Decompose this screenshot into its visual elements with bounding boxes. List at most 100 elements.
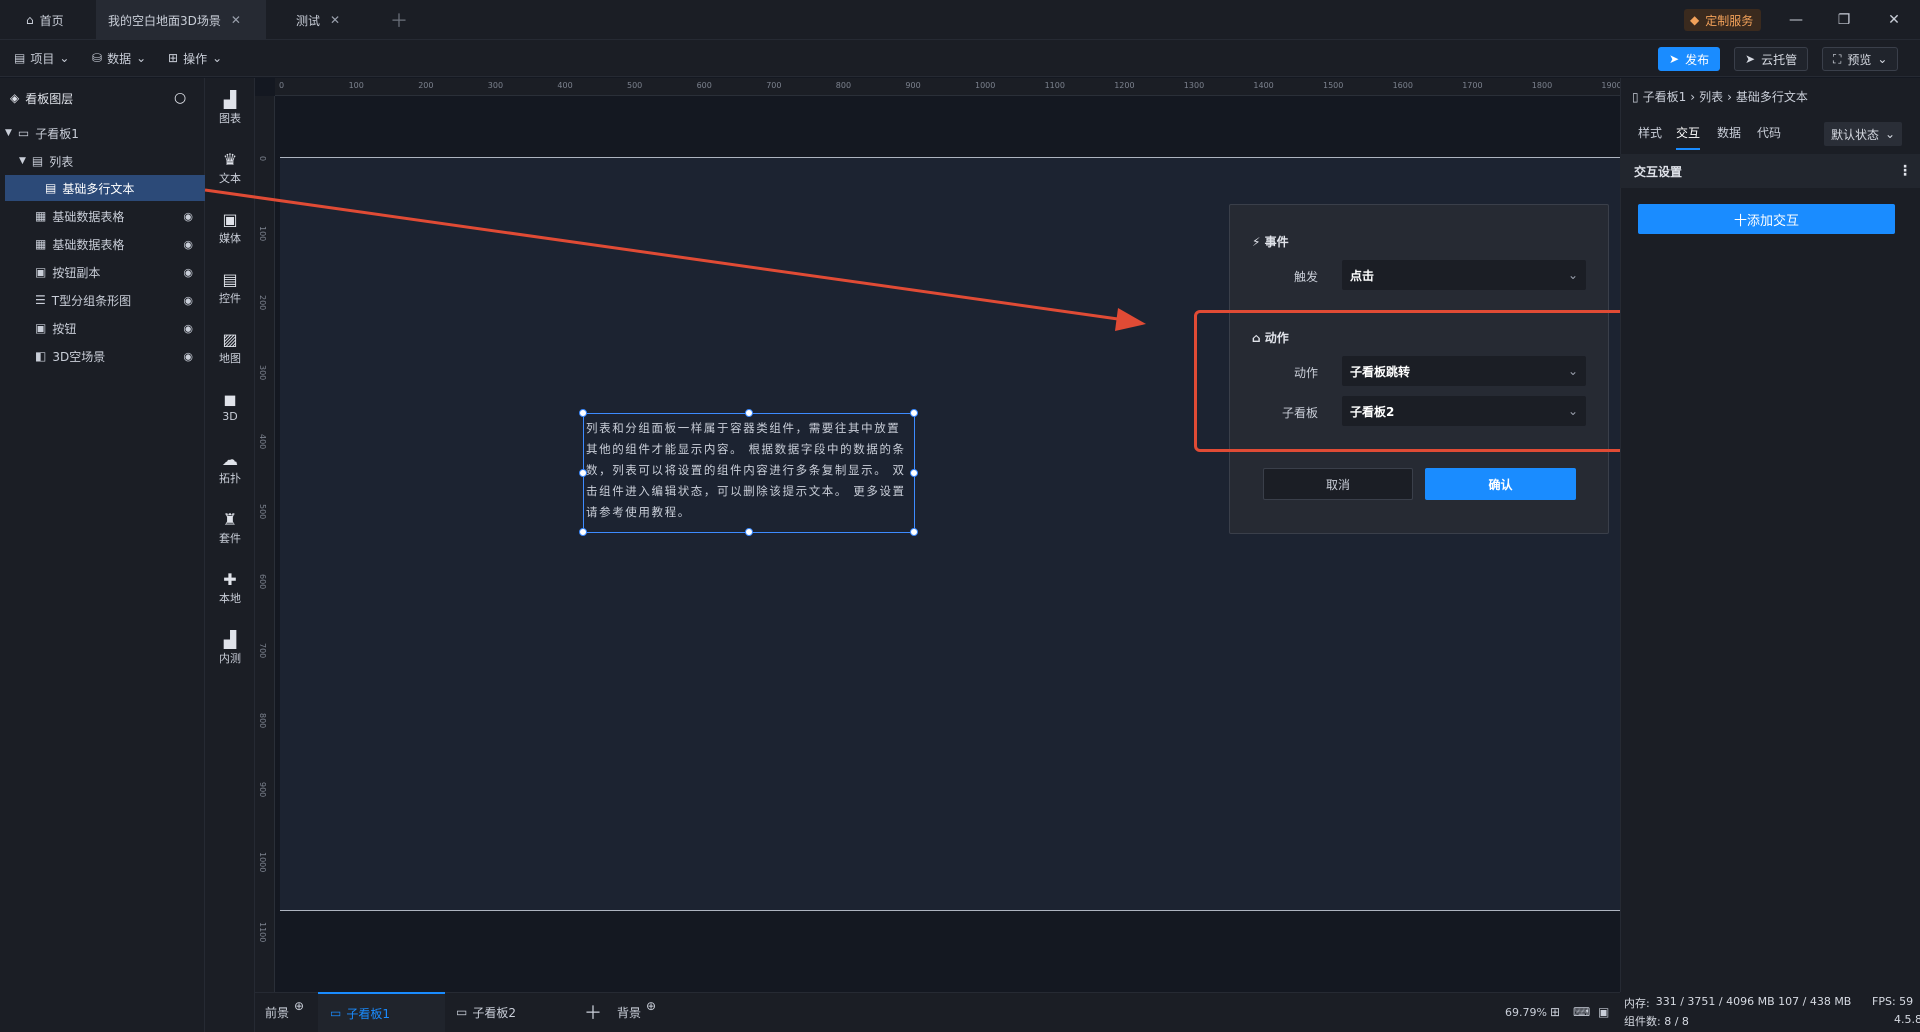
- cancel-button[interactable]: 取消: [1263, 468, 1413, 500]
- menu-data[interactable]: ⛁ 数据 ⌄: [92, 48, 146, 68]
- ruler-tick-label: 600: [696, 81, 712, 90]
- layer-item[interactable]: ▣ 按钮 ◉: [5, 315, 205, 341]
- rail-beta[interactable]: ▟ 内测: [205, 630, 255, 666]
- chevron-right-icon: ›: [1727, 89, 1732, 104]
- eye-icon[interactable]: ◉: [183, 322, 193, 335]
- close-icon[interactable]: ✕: [330, 13, 340, 27]
- resize-handle[interactable]: [579, 469, 587, 477]
- eye-icon[interactable]: ◉: [183, 238, 193, 251]
- add-interaction-button[interactable]: 十添加交互: [1638, 204, 1895, 234]
- new-tab-button[interactable]: ＋: [378, 0, 420, 40]
- layer-item[interactable]: ☰ T型分组条形图 ◉: [5, 287, 205, 313]
- cloud-label: 云托管: [1761, 52, 1798, 67]
- tab-home[interactable]: ⌂ 首页: [14, 0, 94, 40]
- multiline-text-component[interactable]: 列表和分组面板一样属于容器类组件，需要往其中放置其他的组件才能显示内容。 根据数…: [579, 409, 918, 536]
- screen-icon[interactable]: ▣: [1598, 992, 1609, 1032]
- toolbar: [0, 40, 1920, 77]
- tab-interaction[interactable]: 交互: [1676, 124, 1701, 150]
- tab-scene[interactable]: 我的空白地面3D场景 ✕: [96, 0, 266, 40]
- tab-test[interactable]: 测试 ✕: [284, 0, 374, 40]
- ruler-tick-label: 500: [258, 504, 267, 520]
- minimize-icon[interactable]: —: [1786, 10, 1806, 30]
- ruler-tick-label: 1000: [258, 852, 267, 873]
- ruler-tick-label: 1100: [258, 921, 267, 942]
- resize-handle[interactable]: [910, 469, 918, 477]
- ruler-tick-label: 600: [258, 573, 267, 589]
- interaction-settings-header: 交互设置 ⋮: [1620, 154, 1920, 188]
- tab-subboard2[interactable]: ▭ 子看板2: [456, 992, 516, 1032]
- layer-label: 列表: [49, 154, 74, 169]
- breadcrumb-item[interactable]: 列表: [1699, 88, 1723, 105]
- breadcrumb-item[interactable]: 子看板1: [1643, 88, 1687, 105]
- menu-label: 数据: [107, 51, 132, 66]
- cloud-hosting-button[interactable]: ➤ 云托管: [1734, 47, 1809, 71]
- ruler-tick-label: 700: [766, 81, 782, 90]
- layer-item[interactable]: ◧ 3D空场景 ◉: [5, 343, 205, 369]
- ruler-tick-label: 1200: [1114, 81, 1135, 90]
- resize-handle[interactable]: [579, 528, 587, 536]
- caret-down-icon[interactable]: ▼: [19, 156, 26, 166]
- resize-handle[interactable]: [910, 409, 918, 417]
- preview-button[interactable]: ⛶ 预览 ⌄: [1822, 47, 1899, 71]
- section-label: 事件: [1264, 235, 1289, 249]
- resize-handle[interactable]: [579, 409, 587, 417]
- eye-icon[interactable]: ◉: [183, 350, 193, 363]
- fit-icon[interactable]: ⊞: [1550, 992, 1560, 1032]
- layer-item[interactable]: ▣ 按钮副本 ◉: [5, 259, 205, 285]
- layer-item-selected[interactable]: ▤ 基础多行文本: [5, 175, 205, 201]
- add-board-button[interactable]: ＋: [584, 992, 602, 1032]
- preview-label: 预览: [1847, 52, 1872, 67]
- arrow-line: [204, 188, 1126, 322]
- custom-service-button[interactable]: ◆ 定制服务: [1684, 9, 1762, 31]
- state-select[interactable]: 默认状态 ⌄: [1824, 122, 1902, 146]
- trigger-value: 点击: [1350, 268, 1375, 283]
- tab-style[interactable]: 样式: [1638, 124, 1662, 141]
- resize-handle[interactable]: [745, 409, 753, 417]
- ruler-tick-label: 200: [418, 81, 434, 90]
- publish-label: 发布: [1685, 52, 1710, 67]
- search-icon[interactable]: ○: [174, 90, 186, 106]
- eye-icon[interactable]: ◉: [183, 210, 193, 223]
- tab-data[interactable]: 数据: [1717, 124, 1741, 141]
- tab-subboard1[interactable]: ▭ 子看板1: [318, 992, 445, 1032]
- keyboard-icon[interactable]: ⌨: [1573, 992, 1590, 1032]
- rail-label: 内测: [219, 652, 241, 665]
- close-window-icon[interactable]: ✕: [1884, 10, 1904, 30]
- rail-3d[interactable]: ◼ 3D: [205, 390, 255, 423]
- rail-kit[interactable]: ♜ 套件: [205, 510, 255, 546]
- add-circle-icon[interactable]: ⊕: [646, 999, 656, 1013]
- menu-label: 操作: [183, 51, 208, 66]
- add-circle-icon[interactable]: ⊕: [294, 999, 304, 1013]
- layer-label: 基础数据表格: [52, 237, 125, 252]
- layer-item[interactable]: ▼ ▭ 子看板1: [5, 120, 205, 146]
- tab-foreground[interactable]: 前景 ⊕: [265, 992, 304, 1032]
- confirm-button[interactable]: 确认: [1425, 468, 1576, 500]
- more-icon[interactable]: ⋮: [1898, 163, 1912, 179]
- trigger-select[interactable]: 点击 ⌄: [1342, 260, 1586, 290]
- tab-code[interactable]: 代码: [1757, 124, 1781, 141]
- layer-item[interactable]: ▦ 基础数据表格 ◉: [5, 231, 205, 257]
- resize-handle[interactable]: [745, 528, 753, 536]
- rail-local[interactable]: ✚ 本地: [205, 570, 255, 606]
- table-icon: ▦: [35, 237, 47, 251]
- layer-label: 基础多行文本: [62, 181, 135, 196]
- layer-item[interactable]: ▦ 基础数据表格 ◉: [5, 203, 205, 229]
- eye-icon[interactable]: ◉: [183, 266, 193, 279]
- close-icon[interactable]: ✕: [231, 13, 241, 27]
- breadcrumb-item[interactable]: 基础多行文本: [1736, 88, 1808, 105]
- layer-item[interactable]: ▼ ▤ 列表: [5, 148, 205, 174]
- publish-button[interactable]: ➤ 发布: [1658, 47, 1721, 71]
- menu-operate[interactable]: ⊞ 操作 ⌄: [168, 48, 222, 68]
- resize-handle[interactable]: [910, 528, 918, 536]
- text-icon: ▤: [45, 181, 57, 195]
- ruler-tick-label: 800: [835, 81, 852, 90]
- menu-project[interactable]: ▤ 项目 ⌄: [14, 48, 69, 68]
- restore-icon[interactable]: ❐: [1834, 10, 1854, 30]
- caret-down-icon[interactable]: ▼: [5, 128, 12, 138]
- ruler-tick-label: 1100: [1044, 81, 1065, 90]
- rail-chart[interactable]: ▟ 图表: [205, 90, 255, 126]
- eye-icon[interactable]: ◉: [183, 294, 193, 307]
- rail-topology[interactable]: ☁ 拓扑: [205, 450, 255, 486]
- tab-label: 首页: [39, 13, 64, 28]
- tab-background[interactable]: 背景 ⊕: [617, 992, 656, 1032]
